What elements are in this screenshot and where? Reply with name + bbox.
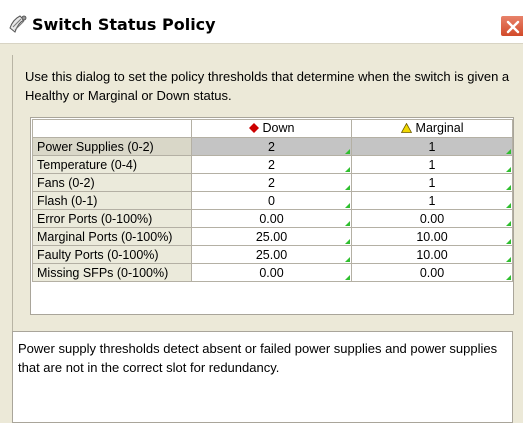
- editable-marker-icon: [345, 185, 350, 190]
- marginal-threshold-cell[interactable]: 0.00: [351, 209, 513, 228]
- row-label: Faulty Ports (0-100%): [32, 245, 192, 264]
- marginal-threshold-cell[interactable]: 10.00: [351, 227, 513, 246]
- row-label: Flash (0-1): [32, 191, 192, 210]
- down-threshold-cell[interactable]: 2: [191, 173, 352, 192]
- marginal-value: 0.00: [419, 265, 445, 280]
- threshold-table-container: Down Marginal Power Supplies (0-2) 2 1 T…: [30, 117, 514, 315]
- row-label: Temperature (0-4): [32, 155, 192, 174]
- table-header-row: Down Marginal: [32, 119, 513, 138]
- down-threshold-cell[interactable]: 2: [191, 155, 352, 174]
- column-header-marginal[interactable]: Marginal: [351, 119, 513, 138]
- down-value: 25.00: [255, 247, 288, 262]
- close-icon: [506, 20, 520, 34]
- threshold-table: Down Marginal Power Supplies (0-2) 2 1 T…: [32, 119, 513, 282]
- table-row-flash[interactable]: Flash (0-1) 0 1: [32, 191, 513, 210]
- editable-marker-icon: [506, 275, 511, 280]
- down-threshold-cell[interactable]: 2: [191, 137, 352, 156]
- editable-marker-icon: [345, 167, 350, 172]
- down-threshold-cell[interactable]: 25.00: [191, 227, 352, 246]
- dialog-body: Use this dialog to set the policy thresh…: [12, 55, 523, 423]
- editable-marker-icon: [345, 203, 350, 208]
- editable-marker-icon: [506, 221, 511, 226]
- editable-marker-icon: [345, 257, 350, 262]
- editable-marker-icon: [506, 203, 511, 208]
- intro-text: Use this dialog to set the policy thresh…: [25, 69, 510, 103]
- editable-marker-icon: [345, 239, 350, 244]
- marginal-threshold-cell[interactable]: 10.00: [351, 245, 513, 264]
- table-row-fans[interactable]: Fans (0-2) 2 1: [32, 173, 513, 192]
- down-threshold-cell[interactable]: 25.00: [191, 245, 352, 264]
- close-button[interactable]: [500, 15, 523, 37]
- down-value: 0.00: [259, 265, 284, 280]
- red-diamond-icon: [248, 123, 259, 133]
- table-row-marginal-ports[interactable]: Marginal Ports (0-100%) 25.00 10.00: [32, 227, 513, 246]
- marginal-value: 1: [428, 193, 436, 208]
- editable-marker-icon: [345, 221, 350, 226]
- row-label: Power Supplies (0-2): [32, 137, 192, 156]
- editable-marker-icon: [506, 149, 511, 154]
- down-value: 2: [268, 139, 275, 154]
- marginal-threshold-cell[interactable]: 1: [351, 173, 513, 192]
- marginal-value: 0.00: [419, 211, 445, 226]
- switch-policy-icon: [9, 15, 27, 33]
- column-label-down: Down: [262, 121, 295, 135]
- description-text: Power supply thresholds detect absent or…: [18, 341, 498, 375]
- column-header-down[interactable]: Down: [191, 119, 352, 138]
- editable-marker-icon: [345, 149, 350, 154]
- window-title: Switch Status Policy: [32, 15, 216, 34]
- marginal-value: 10.00: [416, 247, 448, 262]
- table-corner-cell: [32, 119, 192, 138]
- row-label: Missing SFPs (0-100%): [32, 263, 192, 282]
- description-panel: Power supply thresholds detect absent or…: [12, 331, 513, 423]
- marginal-value: 1: [428, 175, 436, 190]
- marginal-value: 1: [428, 157, 436, 172]
- editable-marker-icon: [506, 167, 511, 172]
- marginal-value: 10.00: [416, 229, 448, 244]
- marginal-threshold-cell[interactable]: 0.00: [351, 263, 513, 282]
- editable-marker-icon: [345, 275, 350, 280]
- table-row-power-supplies[interactable]: Power Supplies (0-2) 2 1: [32, 137, 513, 156]
- column-label-marginal: Marginal: [415, 121, 464, 135]
- row-label: Marginal Ports (0-100%): [32, 227, 192, 246]
- row-label: Fans (0-2): [32, 173, 192, 192]
- table-row-faulty-ports[interactable]: Faulty Ports (0-100%) 25.00 10.00: [32, 245, 513, 264]
- down-value: 0.00: [259, 211, 284, 226]
- table-row-missing-sfps[interactable]: Missing SFPs (0-100%) 0.00 0.00: [32, 263, 513, 282]
- row-label: Error Ports (0-100%): [32, 209, 192, 228]
- marginal-threshold-cell[interactable]: 1: [351, 155, 513, 174]
- down-threshold-cell[interactable]: 0: [191, 191, 352, 210]
- editable-marker-icon: [506, 239, 511, 244]
- title-bar: Switch Status Policy: [0, 0, 523, 44]
- marginal-threshold-cell[interactable]: 1: [351, 191, 513, 210]
- editable-marker-icon: [506, 185, 511, 190]
- table-row-temperature[interactable]: Temperature (0-4) 2 1: [32, 155, 513, 174]
- down-value: 2: [268, 175, 275, 190]
- yellow-triangle-icon: [400, 123, 412, 133]
- down-threshold-cell[interactable]: 0.00: [191, 263, 352, 282]
- editable-marker-icon: [506, 257, 511, 262]
- down-threshold-cell[interactable]: 0.00: [191, 209, 352, 228]
- table-row-error-ports[interactable]: Error Ports (0-100%) 0.00 0.00: [32, 209, 513, 228]
- down-value: 25.00: [255, 229, 288, 244]
- marginal-threshold-cell[interactable]: 1: [351, 137, 513, 156]
- down-value: 0: [268, 193, 275, 208]
- marginal-value: 1: [428, 139, 436, 154]
- down-value: 2: [268, 157, 275, 172]
